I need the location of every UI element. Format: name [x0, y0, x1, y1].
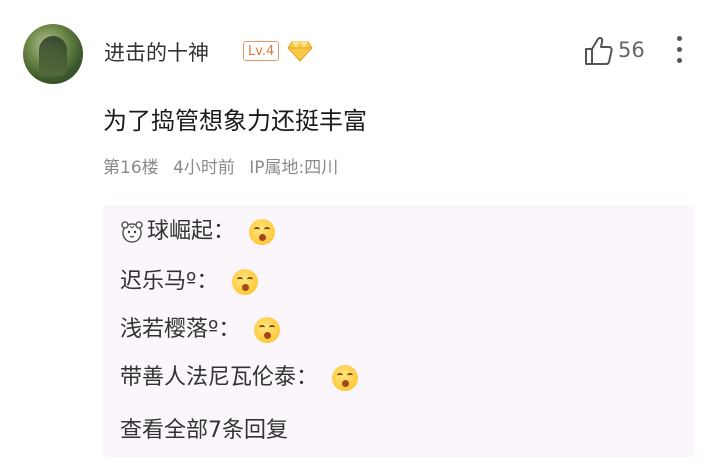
more-options-icon[interactable] — [675, 36, 683, 66]
comment-text: 为了捣管想象力还挺丰富 — [103, 107, 367, 135]
reply-author[interactable]: 带善人法尼瓦伦泰 — [120, 365, 296, 390]
reply-item[interactable]: 球崛起： — [120, 215, 276, 249]
avatar-figure — [39, 36, 67, 76]
reply-item[interactable]: 浅若樱落º： — [120, 313, 281, 347]
reply-author[interactable]: 球崛起 — [147, 219, 213, 244]
diamond-gem-icon — [287, 41, 313, 62]
ip-location: IP属地:四川 — [249, 158, 339, 178]
reply-separator: ： — [196, 269, 219, 294]
reply-separator: ： — [296, 365, 319, 390]
laughing-emoji-icon — [249, 219, 276, 245]
reply-separator: ： — [213, 219, 236, 244]
reply-item[interactable]: 迟乐马º： — [120, 265, 259, 299]
tiger-face-icon — [121, 221, 143, 243]
reply-item[interactable]: 带善人法尼瓦伦泰： — [120, 361, 359, 395]
floor-number: 第16楼 — [103, 158, 159, 178]
reply-author[interactable]: 迟乐马º — [120, 269, 196, 294]
reply-preview-box[interactable]: 球崛起： 迟乐马º： 浅若樱落º： 带善人法尼瓦伦泰： 查看全部7条回复 — [103, 205, 695, 457]
laughing-emoji-icon — [232, 269, 259, 295]
reply-author[interactable]: 浅若樱落º — [120, 317, 218, 342]
like-count: 56 — [618, 38, 645, 62]
view-all-replies-link[interactable]: 查看全部7条回复 — [120, 412, 288, 444]
laughing-emoji-icon — [332, 365, 359, 391]
post-time: 4小时前 — [173, 158, 235, 178]
laughing-emoji-icon — [254, 317, 281, 343]
comment-meta: 第16楼 4小时前 IP属地:四川 — [103, 153, 347, 178]
level-badge: Lv.4 — [243, 41, 280, 61]
thumb-up-icon[interactable] — [583, 35, 613, 67]
avatar[interactable] — [23, 24, 83, 84]
username[interactable]: 进击的十神 — [104, 37, 209, 67]
reply-separator: ： — [218, 317, 241, 342]
